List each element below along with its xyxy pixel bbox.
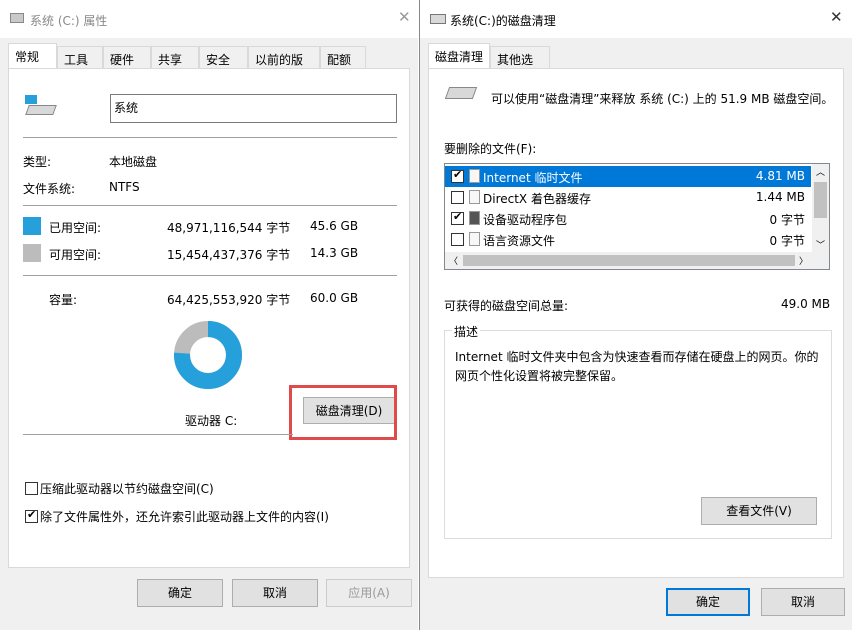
free-label: 可用空间: <box>49 248 102 262</box>
used-color-swatch <box>23 217 41 235</box>
file-icon <box>469 232 480 246</box>
view-files-button[interactable]: 查看文件(V) <box>701 497 817 525</box>
prop-tab-6[interactable]: 配额 <box>320 46 366 69</box>
scroll-down-icon[interactable]: ﹀ <box>816 238 825 251</box>
usage-donut-chart <box>174 321 242 389</box>
properties-titlebar: 系统 (C:) 属性 ✕ <box>0 0 418 38</box>
general-tab-panel: 系统 类型: 本地磁盘 文件系统: NTFS 已用空间: 48,971,116,… <box>8 68 410 568</box>
apply-button[interactable]: 应用(A) <box>326 579 412 607</box>
list-item[interactable]: ✔ Internet 临时文件 4.81 MB <box>445 166 811 187</box>
drive-large-icon <box>25 95 57 117</box>
close-icon[interactable]: ✕ <box>830 8 843 26</box>
file-name: 语言资源文件 <box>483 234 556 248</box>
files-list[interactable]: ✔ Internet 临时文件 4.81 MB DirectX 着色器缓存 1.44 M… <box>444 163 830 270</box>
properties-title: 系统 (C:) 属性 <box>30 14 108 28</box>
close-icon[interactable]: ✕ <box>398 8 411 26</box>
check-icon: ✔ <box>453 168 463 181</box>
prop-tab-0[interactable]: 常规 <box>8 43 57 69</box>
drive-large-icon <box>444 85 478 105</box>
list-item[interactable]: ✔ 设备驱动程序包 0 字节 <box>445 208 811 229</box>
lock-icon <box>469 169 480 183</box>
scroll-left-icon[interactable]: 〈 <box>449 254 458 267</box>
total-space-label: 可获得的磁盘空间总量: <box>444 299 569 313</box>
list-item[interactable]: DirectX 着色器缓存 1.44 MB <box>445 187 811 208</box>
compress-checkbox[interactable] <box>25 482 38 495</box>
file-icon <box>469 190 480 204</box>
scroll-thumb[interactable] <box>814 182 827 218</box>
capacity-gb: 60.0 GB <box>310 291 359 305</box>
prop-tab-5[interactable]: 以前的版本 <box>248 46 320 84</box>
compress-label[interactable]: 压缩此驱动器以节约磁盘空间(C) <box>40 480 214 497</box>
check-icon: ✔ <box>453 210 463 223</box>
cancel-button[interactable]: 取消 <box>761 588 845 616</box>
description-text: Internet 临时文件夹中包含为快速查看而存储在硬盘上的网页。你的网页个性化… <box>455 350 819 383</box>
list-item[interactable]: 语言资源文件 0 字节 <box>445 229 811 250</box>
files-to-delete-label: 要删除的文件(F): <box>444 142 537 156</box>
used-label: 已用空间: <box>49 221 102 235</box>
file-size: 1.44 MB <box>755 190 805 204</box>
vertical-scrollbar[interactable]: ︿ ﹀ <box>812 164 829 252</box>
scroll-thumb[interactable] <box>463 255 795 266</box>
free-gb: 14.3 GB <box>310 246 359 260</box>
index-checkbox[interactable]: ✔ <box>25 508 38 523</box>
device-icon <box>469 211 480 225</box>
disk-cleanup-window: 系统(C:)的磁盘清理 ✕ 磁盘清理其他选项 可以使用“磁盘清理”来释放 系统 … <box>419 0 852 630</box>
divider <box>23 434 293 435</box>
divider <box>23 275 397 276</box>
cancel-button[interactable]: 取消 <box>232 579 318 607</box>
capacity-label: 容量: <box>49 293 78 307</box>
divider <box>23 205 397 206</box>
horizontal-scrollbar[interactable]: 〈 〉 <box>445 252 829 269</box>
type-value: 本地磁盘 <box>109 155 158 169</box>
free-color-swatch <box>23 244 41 262</box>
used-gb: 45.6 GB <box>310 219 359 233</box>
scroll-up-icon[interactable]: ︿ <box>816 165 825 178</box>
file-checkbox[interactable]: ✔ <box>451 210 464 225</box>
cleanup-tab-1[interactable]: 其他选项 <box>490 46 550 84</box>
drive-properties-window: 系统 (C:) 属性 ✕ 常规工具硬件共享安全以前的版本配额 系统 类型: 本地… <box>0 0 418 630</box>
file-name: DirectX 着色器缓存 <box>483 192 591 206</box>
ok-button[interactable]: 确定 <box>137 579 223 607</box>
scroll-right-icon[interactable]: 〉 <box>799 254 808 267</box>
prop-tab-4[interactable]: 安全 <box>199 46 248 69</box>
cleanup-title: 系统(C:)的磁盘清理 <box>450 14 556 28</box>
file-size: 0 字节 <box>769 213 805 227</box>
check-icon: ✔ <box>27 508 37 521</box>
prop-tab-1[interactable]: 工具 <box>57 46 103 69</box>
file-checkbox[interactable] <box>451 191 464 204</box>
fs-label: 文件系统: <box>23 182 76 196</box>
total-space-value: 49.0 MB <box>781 297 831 311</box>
cleanup-tab-panel: 可以使用“磁盘清理”来释放 系统 (C:) 上的 51.9 MB 磁盘空间。 要… <box>428 68 844 578</box>
file-name: 设备驱动程序包 <box>483 213 568 227</box>
file-checkbox[interactable] <box>451 233 464 246</box>
fs-value: NTFS <box>109 180 140 194</box>
free-bytes: 15,454,437,376 字节 <box>167 248 291 262</box>
cleanup-tab-0[interactable]: 磁盘清理 <box>428 43 490 69</box>
description-group: 描述 Internet 临时文件夹中包含为快速查看而存储在硬盘上的网页。你的网页… <box>444 323 832 539</box>
disk-cleanup-icon <box>430 14 446 24</box>
prop-tab-2[interactable]: 硬件 <box>103 46 151 69</box>
prop-tab-3[interactable]: 共享 <box>151 46 199 69</box>
cleanup-intro: 可以使用“磁盘清理”来释放 系统 (C:) 上的 51.9 MB 磁盘空间。 <box>491 92 834 106</box>
cleanup-titlebar: 系统(C:)的磁盘清理 ✕ <box>420 0 852 38</box>
file-size: 4.81 MB <box>755 169 805 183</box>
index-label[interactable]: 除了文件属性外，还允许索引此驱动器上文件的内容(I) <box>40 508 329 525</box>
ok-button[interactable]: 确定 <box>666 588 750 616</box>
file-checkbox[interactable]: ✔ <box>451 168 464 183</box>
drive-icon <box>10 13 24 23</box>
file-size: 0 字节 <box>769 234 805 248</box>
used-bytes: 48,971,116,544 字节 <box>167 221 291 235</box>
description-label: 描述 <box>452 323 481 340</box>
highlight-box <box>289 385 397 440</box>
capacity-bytes: 64,425,553,920 字节 <box>167 293 291 307</box>
drive-name-input[interactable]: 系统 <box>110 94 397 123</box>
file-name: Internet 临时文件 <box>483 171 583 185</box>
drive-label: 驱动器 C: <box>185 414 238 428</box>
files-rows: ✔ Internet 临时文件 4.81 MB DirectX 着色器缓存 1.44 M… <box>445 166 811 269</box>
divider <box>23 137 397 138</box>
drive-name-value: 系统 <box>114 101 139 115</box>
type-label: 类型: <box>23 155 52 169</box>
